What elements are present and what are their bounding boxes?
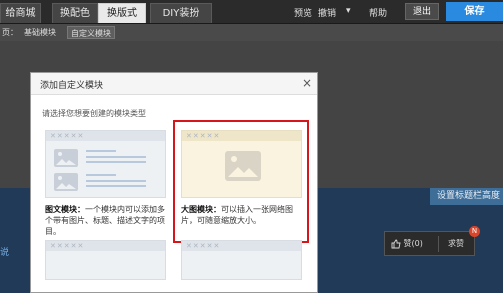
breadcrumb-basic-modules[interactable]: 基础模块 bbox=[24, 24, 56, 41]
tab-layout[interactable]: 换版式 bbox=[98, 3, 146, 23]
graphic-module-thumbnail: ✕✕✕✕✕ bbox=[45, 130, 166, 198]
tab-mall[interactable]: 给商城 bbox=[0, 3, 41, 23]
thumbnail-placeholder-marks: ✕✕✕✕✕ bbox=[50, 242, 85, 250]
dialog-header: 添加自定义模块 × bbox=[31, 73, 317, 95]
new-badge: N bbox=[469, 226, 480, 237]
large-image-module-description: 大图模块：可以插入一张网络图片，可随意缩放大小。 bbox=[181, 204, 302, 226]
large-image-module-name: 大图模块： bbox=[181, 205, 221, 214]
module-option-partial[interactable]: ✕✕✕✕✕ bbox=[45, 240, 166, 280]
picture-icon bbox=[225, 151, 261, 181]
dialog-title: 添加自定义模块 bbox=[40, 81, 104, 91]
large-image-module-thumbnail: ✕✕✕✕✕ bbox=[181, 130, 302, 198]
like-button[interactable]: 赞(0) bbox=[391, 238, 423, 249]
add-custom-module-dialog: 添加自定义模块 × 请选择您想要创建的模块类型 ✕✕✕✕✕ 图文模块：一个模块内… bbox=[30, 72, 318, 293]
set-title-height-button[interactable]: 设置标题栏高度 bbox=[430, 188, 503, 205]
breadcrumb-custom-module[interactable]: 自定义模块 bbox=[67, 26, 115, 39]
graphic-module-name: 图文模块： bbox=[45, 205, 85, 214]
thumbs-up-icon bbox=[391, 239, 401, 248]
thumbnail-placeholder-marks: ✕✕✕✕✕ bbox=[186, 242, 221, 250]
dialog-prompt: 请选择您想要创建的模块类型 bbox=[42, 109, 146, 118]
breadcrumb: 页： 基础模块 自定义模块 bbox=[0, 24, 503, 41]
divider bbox=[438, 236, 439, 252]
tab-diy[interactable]: DIY装扮 bbox=[150, 3, 212, 23]
preview-link[interactable]: 预览 bbox=[294, 6, 312, 19]
close-icon[interactable]: × bbox=[302, 76, 312, 90]
image-icon bbox=[54, 149, 146, 191]
module-option-partial[interactable]: ✕✕✕✕✕ bbox=[181, 240, 302, 280]
exit-button[interactable]: 退出 bbox=[405, 3, 439, 20]
side-link[interactable]: 说 bbox=[0, 245, 9, 258]
praise-box: 赞(0) 求赞 bbox=[384, 231, 475, 256]
like-label: 赞(0) bbox=[403, 239, 423, 248]
graphic-module-description: 图文模块：一个模块内可以添加多个带有图片、标题、描述文字的项目。 bbox=[45, 204, 166, 237]
top-toolbar: 给商城 换配色 换版式 DIY装扮 预览 撤销 ▾ 帮助 退出 保存 bbox=[0, 0, 503, 24]
tab-color[interactable]: 换配色 bbox=[52, 3, 98, 23]
chevron-down-icon[interactable]: ▾ bbox=[346, 6, 351, 16]
request-like-button[interactable]: 求赞 bbox=[448, 238, 464, 249]
help-link[interactable]: 帮助 bbox=[369, 6, 387, 19]
save-button[interactable]: 保存 bbox=[446, 2, 503, 21]
undo-link[interactable]: 撤销 bbox=[318, 6, 336, 19]
breadcrumb-prefix: 页： bbox=[2, 28, 18, 37]
large-image-module-option[interactable]: ✕✕✕✕✕ 大图模块：可以插入一张网络图片，可随意缩放大小。 bbox=[181, 130, 302, 238]
graphic-module-option[interactable]: ✕✕✕✕✕ 图文模块：一个模块内可以添加多个带有图片、标题、描述文字的项目。 bbox=[45, 130, 166, 238]
